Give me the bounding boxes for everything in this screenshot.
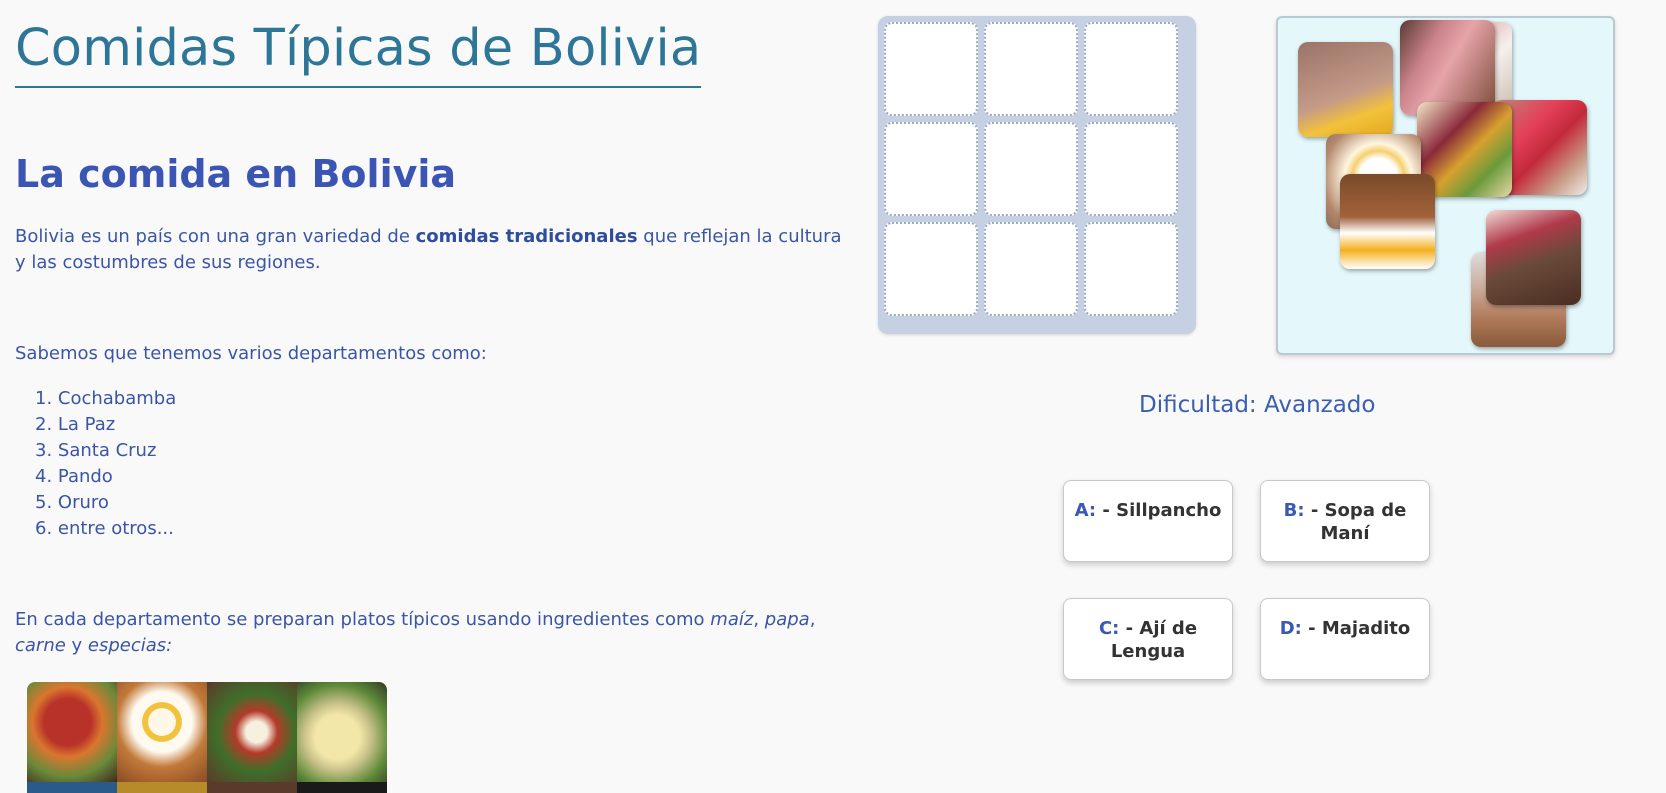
puzzle-slot[interactable] — [884, 222, 978, 316]
puzzle-slot[interactable] — [884, 122, 978, 216]
difficulty-label: Dificultad: Avanzado — [1139, 392, 1376, 418]
ingredients-paragraph: En cada departamento se preparan platos … — [15, 609, 816, 656]
puzzle-slot[interactable] — [1084, 22, 1178, 116]
puzzle-piece[interactable] — [1298, 42, 1393, 137]
intro-bold: comidas tradicionales — [415, 226, 638, 247]
food-collage-image — [27, 682, 387, 793]
list-item: 3. Santa Cruz — [35, 440, 157, 461]
puzzle-piece[interactable] — [1340, 174, 1435, 269]
puzzle-slot[interactable] — [884, 22, 978, 116]
list-item: 6. entre otros... — [35, 518, 174, 539]
section-title: La comida en Bolivia — [15, 152, 457, 196]
page-title: Comidas Típicas de Bolivia — [15, 16, 702, 88]
pieces-tray — [1276, 16, 1615, 355]
option-a-button[interactable]: A: - Sillpancho — [1063, 480, 1233, 562]
option-c-button[interactable]: C: - Ají de Lengua — [1063, 598, 1233, 680]
puzzle-slot[interactable] — [1084, 222, 1178, 316]
departments-intro: Sabemos que tenemos varios departamentos… — [15, 343, 487, 364]
puzzle-slot[interactable] — [984, 22, 1078, 116]
puzzle-slot[interactable] — [1084, 122, 1178, 216]
departments-list: 1. Cochabamba 2. La Paz 3. Santa Cruz 4.… — [15, 386, 176, 542]
puzzle-piece[interactable] — [1400, 20, 1495, 115]
list-item: 5. Oruro — [35, 492, 109, 513]
puzzle-slot[interactable] — [984, 122, 1078, 216]
list-item: 4. Pando — [35, 466, 113, 487]
list-item: 2. La Paz — [35, 414, 116, 435]
option-d-button[interactable]: D: - Majadito — [1260, 598, 1430, 680]
puzzle-piece[interactable] — [1486, 210, 1581, 305]
puzzle-slot[interactable] — [984, 222, 1078, 316]
puzzle-board — [878, 16, 1196, 334]
list-item: 1. Cochabamba — [35, 388, 177, 409]
option-b-button[interactable]: B: - Sopa de Maní — [1260, 480, 1430, 562]
intro-paragraph: Bolivia es un país con una gran variedad… — [15, 226, 842, 273]
